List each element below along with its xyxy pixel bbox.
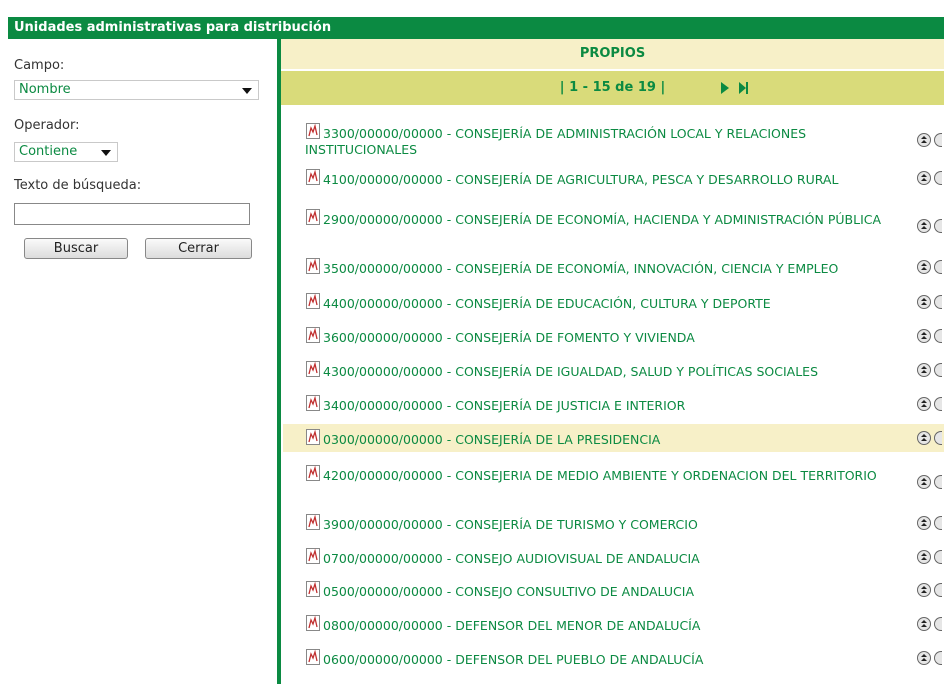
list-item[interactable]: 2900/00000/00000 - CONSEJERÍA DE ECONOMÍ…	[283, 205, 944, 245]
list-item-text: 4300/00000/00000 - CONSEJERÍA DE IGUALDA…	[323, 364, 819, 379]
expand-up-icon[interactable]	[917, 617, 931, 631]
list-item[interactable]: 0800/00000/00000 - DEFENSOR DEL MENOR DE…	[283, 611, 944, 637]
list-item-selected[interactable]: 0300/00000/00000 - CONSEJERÍA DE LA PRES…	[283, 424, 944, 452]
collapse-icon[interactable]	[934, 133, 942, 147]
list-item-text: 3900/00000/00000 - CONSEJERÍA DE TURISMO…	[323, 517, 698, 532]
list-item[interactable]: 4300/00000/00000 - CONSEJERÍA DE IGUALDA…	[283, 357, 944, 383]
list-item[interactable]: 4400/00000/00000 - CONSEJERÍA DE EDUCACI…	[283, 289, 944, 315]
expand-up-icon[interactable]	[917, 219, 931, 233]
next-page-icon[interactable]	[721, 82, 729, 94]
document-icon	[305, 169, 321, 186]
expand-up-icon[interactable]	[917, 133, 931, 147]
chevron-down-icon	[101, 150, 111, 156]
list-item[interactable]: 4100/00000/00000 - CONSEJERÍA DE AGRICUL…	[283, 165, 944, 191]
document-icon	[305, 581, 321, 598]
collapse-icon[interactable]	[934, 617, 942, 631]
expand-up-icon[interactable]	[917, 171, 931, 185]
list-item-text: 0600/00000/00000 - DEFENSOR DEL PUEBLO D…	[323, 652, 704, 667]
document-icon	[305, 293, 321, 310]
collapse-icon[interactable]	[934, 295, 942, 309]
list-item-text: 3300/00000/00000 - CONSEJERÍA DE ADMINIS…	[305, 126, 807, 157]
expand-up-icon[interactable]	[917, 651, 931, 665]
window-title: Unidades administrativas para distribuci…	[8, 17, 944, 39]
list-item[interactable]: 0700/00000/00000 - CONSEJO AUDIOVISUAL D…	[283, 544, 944, 570]
collapse-icon[interactable]	[934, 550, 942, 564]
document-icon	[305, 327, 321, 344]
expand-up-icon[interactable]	[917, 363, 931, 377]
expand-up-icon[interactable]	[917, 260, 931, 274]
expand-up-icon[interactable]	[917, 516, 931, 530]
expand-up-icon[interactable]	[917, 550, 931, 564]
document-icon	[305, 649, 321, 666]
list-item[interactable]: 3900/00000/00000 - CONSEJERÍA DE TURISMO…	[283, 510, 944, 536]
list-item[interactable]: 3300/00000/00000 - CONSEJERÍA DE ADMINIS…	[283, 119, 944, 159]
document-icon	[305, 465, 321, 482]
collapse-icon[interactable]	[934, 516, 942, 530]
operador-select[interactable]: Contiene	[14, 142, 118, 162]
collapse-icon[interactable]	[934, 219, 942, 233]
list-item-text: 3500/00000/00000 - CONSEJERÍA DE ECONOMÍ…	[323, 261, 839, 276]
campo-label: Campo:	[14, 58, 65, 73]
search-panel	[8, 39, 277, 684]
collapse-icon[interactable]	[934, 260, 942, 274]
list-item[interactable]: 3600/00000/00000 - CONSEJERÍA DE FOMENTO…	[283, 323, 944, 349]
expand-up-icon[interactable]	[917, 475, 931, 489]
results-header: PROPIOS	[281, 39, 944, 69]
collapse-icon[interactable]	[934, 171, 942, 185]
campo-selected-value: Nombre	[19, 82, 71, 97]
expand-up-icon[interactable]	[917, 397, 931, 411]
pager-range: | 1 - 15 de 19 |	[559, 80, 666, 95]
document-icon	[305, 548, 321, 565]
operador-selected-value: Contiene	[19, 144, 78, 159]
expand-up-icon[interactable]	[917, 583, 931, 597]
chevron-down-icon	[242, 88, 252, 94]
collapse-icon[interactable]	[934, 475, 942, 489]
expand-up-icon[interactable]	[917, 329, 931, 343]
list-item-text: 4200/00000/00000 - CONSEJERIA DE MEDIO A…	[323, 468, 877, 483]
collapse-icon[interactable]	[934, 431, 942, 445]
document-icon	[305, 258, 321, 275]
results-panel: PROPIOS | 1 - 15 de 19 | 3300/00000/0000…	[281, 39, 944, 684]
document-icon	[305, 514, 321, 531]
cerrar-button[interactable]: Cerrar	[145, 238, 252, 259]
texto-label: Texto de búsqueda:	[14, 178, 142, 193]
expand-up-icon[interactable]	[917, 431, 931, 445]
pager: | 1 - 15 de 19 |	[281, 71, 944, 105]
operador-label: Operador:	[14, 118, 80, 133]
list-item[interactable]: 3400/00000/00000 - CONSEJERÍA DE JUSTICI…	[283, 391, 944, 417]
buscar-button[interactable]: Buscar	[24, 238, 128, 259]
collapse-icon[interactable]	[934, 329, 942, 343]
list-item-text: 3400/00000/00000 - CONSEJERÍA DE JUSTICI…	[323, 398, 686, 413]
campo-select[interactable]: Nombre	[14, 80, 259, 100]
document-icon	[305, 615, 321, 632]
collapse-icon[interactable]	[934, 363, 942, 377]
list-item-text: 0700/00000/00000 - CONSEJO AUDIOVISUAL D…	[323, 551, 700, 566]
list-item[interactable]: 0500/00000/00000 - CONSEJO CONSULTIVO DE…	[283, 577, 944, 603]
document-icon	[305, 209, 321, 226]
document-icon	[305, 395, 321, 412]
collapse-icon[interactable]	[934, 651, 942, 665]
last-page-icon[interactable]	[739, 82, 748, 94]
list-item-text: 4100/00000/00000 - CONSEJERÍA DE AGRICUL…	[323, 172, 839, 187]
list-item-text: 4400/00000/00000 - CONSEJERÍA DE EDUCACI…	[323, 296, 771, 311]
list-item-text: 2900/00000/00000 - CONSEJERÍA DE ECONOMÍ…	[323, 212, 882, 227]
document-icon	[305, 429, 321, 446]
document-icon	[305, 123, 321, 140]
document-icon	[305, 361, 321, 378]
search-text-input[interactable]	[14, 203, 250, 225]
list-item-text: 0300/00000/00000 - CONSEJERÍA DE LA PRES…	[323, 432, 661, 447]
list-item[interactable]: 0600/00000/00000 - DEFENSOR DEL PUEBLO D…	[283, 645, 944, 671]
list-item-text: 3600/00000/00000 - CONSEJERÍA DE FOMENTO…	[323, 330, 695, 345]
expand-up-icon[interactable]	[917, 295, 931, 309]
list-item-text: 0800/00000/00000 - DEFENSOR DEL MENOR DE…	[323, 618, 701, 633]
list-item[interactable]: 4200/00000/00000 - CONSEJERIA DE MEDIO A…	[283, 461, 944, 501]
collapse-icon[interactable]	[934, 583, 942, 597]
list-item-text: 0500/00000/00000 - CONSEJO CONSULTIVO DE…	[323, 584, 694, 599]
collapse-icon[interactable]	[934, 397, 942, 411]
list-item[interactable]: 3500/00000/00000 - CONSEJERÍA DE ECONOMÍ…	[283, 254, 944, 280]
